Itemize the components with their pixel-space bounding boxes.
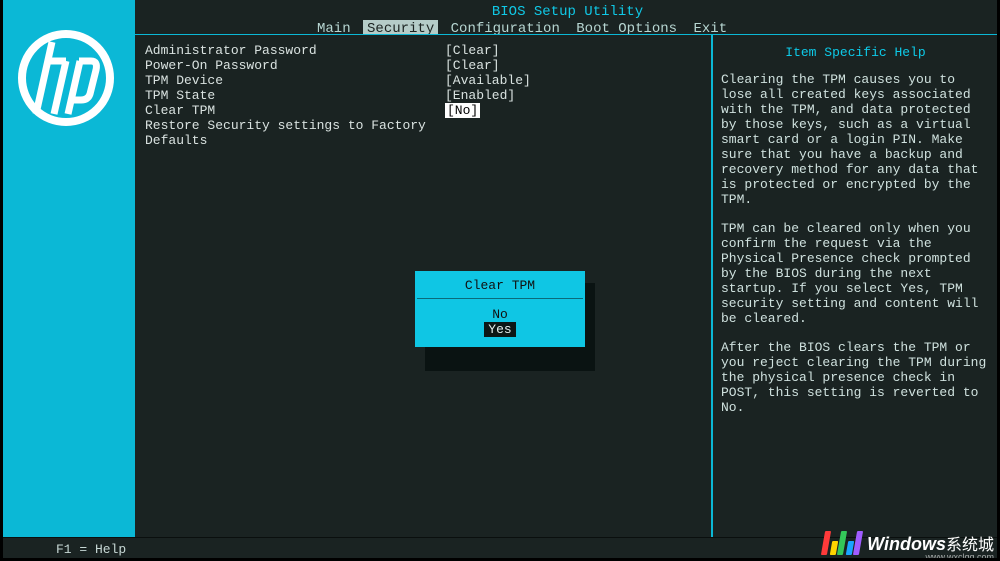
setting-value: [Clear] [445, 58, 500, 73]
help-paragraph: Clearing the TPM causes you to lose all … [721, 72, 990, 207]
setting-row[interactable]: Restore Security settings to Factory Def… [145, 118, 707, 148]
settings-panel: Administrator Password[Clear]Power-On Pa… [135, 35, 711, 537]
help-title: Item Specific Help [721, 45, 990, 60]
setting-row[interactable]: TPM Device[Available] [145, 73, 707, 88]
setting-value: [Clear] [445, 43, 500, 58]
setting-row[interactable]: TPM State[Enabled] [145, 88, 707, 103]
hp-logo-icon [16, 28, 116, 128]
logo-pane [0, 0, 135, 561]
app-title: BIOS Setup Utility [135, 0, 1000, 20]
setting-label: Restore Security settings to Factory Def… [145, 118, 445, 148]
help-paragraph: TPM can be cleared only when you confirm… [721, 221, 990, 326]
setting-row[interactable]: Administrator Password[Clear] [145, 43, 707, 58]
help-panel: Item Specific Help Clearing the TPM caus… [711, 35, 1000, 537]
setting-label: TPM State [145, 88, 445, 103]
setting-value: [No] [445, 103, 480, 118]
setting-row[interactable]: Clear TPM[No] [145, 103, 707, 118]
setting-label: TPM Device [145, 73, 445, 88]
setting-value: [Enabled] [445, 88, 515, 103]
help-paragraph: After the BIOS clears the TPM or you rej… [721, 340, 990, 415]
setting-label: Administrator Password [145, 43, 445, 58]
setting-label: Clear TPM [145, 103, 445, 118]
clear-tpm-dialog: Clear TPM NoYes [415, 271, 585, 347]
setting-row[interactable]: Power-On Password[Clear] [145, 58, 707, 73]
setting-value: [Available] [445, 73, 531, 88]
dialog-option-no[interactable]: No [488, 307, 512, 322]
dialog-title: Clear TPM [417, 273, 583, 299]
setting-label: Power-On Password [145, 58, 445, 73]
dialog-option-yes[interactable]: Yes [484, 322, 515, 337]
